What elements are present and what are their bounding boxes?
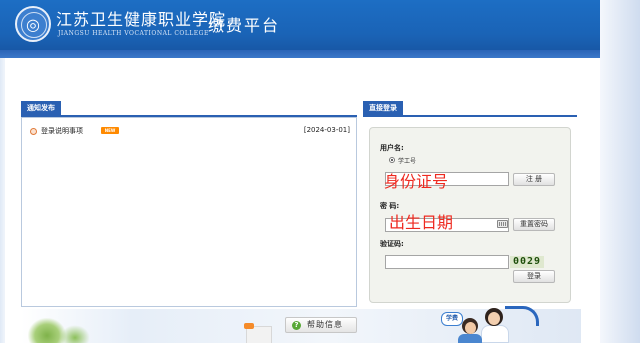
help-icon: ? (292, 321, 301, 330)
tab-login: 直接登录 (363, 101, 403, 116)
student-figure-2 (481, 325, 509, 343)
book-icon (244, 323, 272, 343)
notice-list: 登录说明事项 NEW [2024-03-01] (21, 117, 357, 307)
notice-date: [2024-03-01] (303, 126, 350, 134)
captcha-image[interactable]: 0029 (510, 256, 544, 268)
bullet-icon (30, 128, 37, 135)
student-face-2 (488, 312, 500, 325)
reset-password-button[interactable]: 重置密码 (513, 218, 555, 231)
captcha-label: 验证码: (380, 240, 404, 248)
new-badge: NEW (101, 127, 119, 134)
page: ◎ 江苏卫生健康职业学院 JIANGSU HEALTH VOCATIONAL C… (0, 0, 640, 343)
student-face-1 (465, 322, 476, 334)
captcha-input[interactable] (386, 256, 508, 268)
password-field[interactable] (385, 218, 509, 232)
captcha-field[interactable] (385, 255, 509, 269)
notice-link[interactable]: 登录说明事项 (41, 126, 83, 136)
help-button-label: 帮助信息 (307, 320, 343, 329)
speech-bubble: 学费 (441, 312, 463, 326)
username-field[interactable] (385, 172, 509, 186)
tab-notice: 通知发布 (21, 101, 61, 116)
login-button[interactable]: 登录 (513, 270, 555, 283)
username-label: 用户名: (380, 144, 404, 152)
radio-label: 学工号 (398, 158, 417, 165)
help-button[interactable]: ? 帮助信息 (285, 317, 357, 333)
list-item: 登录说明事项 NEW [2024-03-01] (30, 126, 350, 138)
username-input[interactable] (386, 173, 508, 185)
school-name: 江苏卫生健康职业学院 (56, 10, 227, 29)
keyboard-icon[interactable] (497, 220, 508, 228)
site-header: ◎ 江苏卫生健康职业学院 JIANGSU HEALTH VOCATIONAL C… (0, 0, 600, 50)
college-seal-icon: ◎ (15, 6, 51, 42)
register-button[interactable]: 注 册 (513, 173, 555, 186)
leaf-decoration-2 (60, 325, 90, 343)
student-figure-1 (458, 334, 482, 343)
header-divider (0, 50, 600, 58)
radio-selected-icon[interactable] (389, 157, 395, 163)
school-name-en: JIANGSU HEALTH VOCATIONAL COLLEGE (58, 30, 209, 37)
password-label: 密 码: (380, 202, 400, 210)
password-input[interactable] (386, 219, 508, 231)
platform-title: 缴费平台 (208, 16, 281, 35)
login-tab-rule (363, 115, 577, 117)
